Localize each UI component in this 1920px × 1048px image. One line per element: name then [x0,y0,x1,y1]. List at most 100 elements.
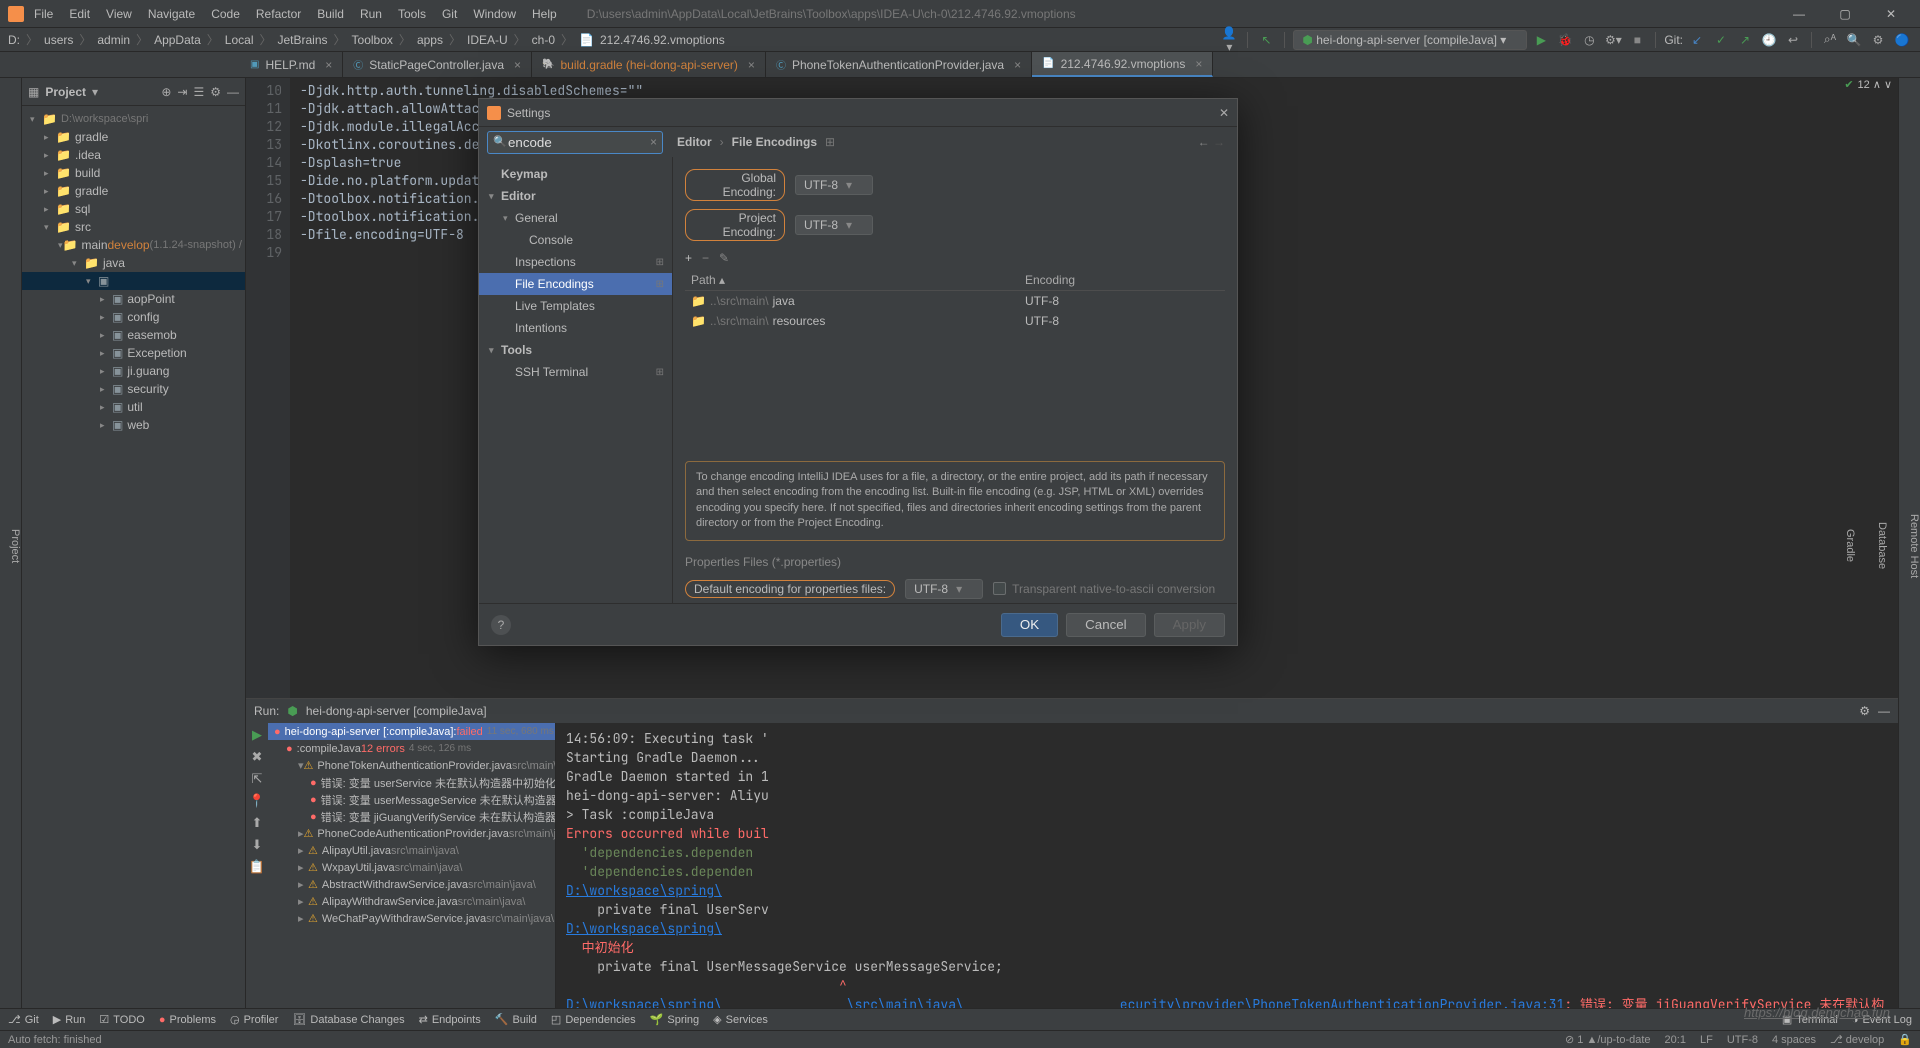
tw-dbchanges[interactable]: 🗄 Database Changes [292,1013,404,1026]
run-tree-row[interactable]: ▸⚠AbstractWithdrawService.java src\main\… [268,876,555,893]
search-everywhere-icon[interactable]: ⌕ᴬ [1820,32,1840,47]
menu-window[interactable]: Window [467,5,522,23]
tw-deps[interactable]: ◰ Dependencies [551,1013,636,1026]
gear-icon[interactable]: ⚙ [210,85,221,99]
project-encoding-select[interactable]: UTF-8 [795,215,873,235]
encoding-row[interactable]: 📁..\src\main\javaUTF-8 [685,291,1225,311]
pin-icon[interactable]: 📍 [249,793,265,809]
tree-row[interactable]: ▸📁gradle [22,182,245,200]
run-button[interactable]: ▶ [1531,33,1551,47]
menu-file[interactable]: File [28,5,59,23]
tree-row[interactable]: ▸📁sql [22,200,245,218]
settings-nav-item[interactable]: Inspections⊞ [479,251,672,273]
encoding-row[interactable]: 📁..\src\main\resourcesUTF-8 [685,311,1225,331]
git-update-icon[interactable]: ↙ [1687,33,1707,47]
git-history-icon[interactable]: 🕘 [1759,33,1779,47]
bc-0[interactable]: D: [8,33,20,47]
inspection-badge[interactable]: ✔12 ∧ ∨ [1844,78,1892,91]
attach-icon[interactable]: ✖ [252,749,263,765]
bc-8[interactable]: IDEA-U [467,33,508,47]
run-tree-row[interactable]: ●错误: 变量 jiGuangVerifyService 未在默认构造器中 [268,808,555,825]
run-tree[interactable]: ●hei-dong-api-server [:compileJava]: fai… [268,723,556,1008]
tw-profiler[interactable]: ◶ Profiler [230,1013,278,1026]
run-tree-row[interactable]: ●错误: 变量 userService 未在默认构造器中初始化 [268,774,555,791]
bc-6[interactable]: Toolbox [352,33,393,47]
bc-5[interactable]: JetBrains [278,33,328,47]
maximize-button[interactable]: ▢ [1824,7,1866,21]
minimize-button[interactable]: — [1778,7,1820,21]
tw-services[interactable]: ◈ Services [713,1013,768,1026]
tab-phone[interactable]: ⒸPhoneTokenAuthenticationProvider.java× [766,52,1032,77]
cancel-button[interactable]: Cancel [1066,613,1146,637]
status-enc[interactable]: UTF-8 [1727,1034,1758,1046]
settings-nav-item[interactable]: Keymap [479,163,672,185]
close-icon[interactable]: × [748,58,755,72]
profile-button[interactable]: ◷ [1579,33,1599,47]
close-icon[interactable]: × [1195,57,1202,71]
status-pos[interactable]: 20:1 [1665,1034,1686,1046]
avatar-icon[interactable]: 🔵 [1892,33,1912,47]
status-vcs[interactable]: ⊘ 1 ▲/up-to-date [1565,1033,1651,1046]
tree-row[interactable]: ▸▣Excepetion [22,344,245,362]
tree-row[interactable]: ▸▣web [22,416,245,434]
crumb-editor[interactable]: Editor [677,135,712,149]
git-commit-icon[interactable]: ✓ [1711,33,1731,47]
settings-nav-item[interactable]: ▾Tools [479,339,672,361]
menu-view[interactable]: View [100,5,138,23]
menu-build[interactable]: Build [311,5,350,23]
remove-path-icon[interactable]: − [702,251,709,265]
tw-problems[interactable]: ● Problems [159,1014,216,1026]
project-tree[interactable]: ▾📁 D:\workspace\spri▸📁gradle▸📁.idea▸📁bui… [22,106,245,1008]
tree-row[interactable]: ▾▣ [22,272,245,290]
tree-row[interactable]: ▸▣aopPoint [22,290,245,308]
edit-path-icon[interactable]: ✎ [719,251,729,265]
debug-button[interactable]: 🐞 [1555,33,1575,47]
select-opened-icon[interactable]: ⊕ [161,85,171,99]
tree-row[interactable]: ▸▣easemob [22,326,245,344]
ok-button[interactable]: OK [1001,613,1058,637]
settings-nav-item[interactable]: ▾General [479,207,672,229]
clear-icon[interactable]: × [650,135,657,149]
menu-refactor[interactable]: Refactor [250,5,307,23]
down-icon[interactable]: ⬇ [252,837,263,853]
tree-row[interactable]: ▾📁java [22,254,245,272]
tree-row[interactable]: ▸📁.idea [22,146,245,164]
run-tree-row[interactable]: ●hei-dong-api-server [:compileJava]: fai… [268,723,555,740]
status-lock-icon[interactable]: 🔒 [1898,1033,1912,1046]
settings-nav-item[interactable]: Live Templates [479,295,672,317]
rerun-icon[interactable]: ▶ [252,727,262,743]
menu-edit[interactable]: Edit [63,5,96,23]
tw-build[interactable]: 🔨 Build [495,1013,537,1026]
run-config-dropdown[interactable]: ⬢ hei-dong-api-server [compileJava] ▾ [1293,30,1527,50]
hide-icon[interactable]: — [227,85,239,99]
settings-nav-item[interactable]: File Encodings⊞ [479,273,672,295]
search-icon[interactable]: 🔍 [1844,33,1864,47]
tree-row[interactable]: ▸▣util [22,398,245,416]
th-path[interactable]: Path [691,273,716,287]
run-tree-row[interactable]: ▸⚠AlipayUtil.java src\main\java\ [268,842,555,859]
settings-icon[interactable]: ⚙ [1868,33,1888,47]
tw-todo[interactable]: ☑ TODO [99,1013,144,1026]
close-button[interactable]: ✕ [1870,7,1912,21]
transparent-ascii-checkbox[interactable]: Transparent native-to-ascii conversion [993,582,1215,596]
tw-run[interactable]: ▶ Run [53,1013,86,1026]
tw-endpoints[interactable]: ⇄ Endpoints [419,1013,481,1026]
tw-gradle[interactable]: Gradle [1844,529,1856,562]
user-icon[interactable]: 👤▾ [1219,26,1239,54]
settings-nav-item[interactable]: SSH Terminal⊞ [479,361,672,383]
run-tree-row[interactable]: ▾⚠PhoneTokenAuthenticationProvider.java … [268,757,555,774]
menu-git[interactable]: Git [436,5,463,23]
gear-icon[interactable]: ⚙ [1859,704,1870,718]
menu-code[interactable]: Code [205,5,246,23]
add-path-icon[interactable]: + [685,251,692,265]
tree-row[interactable]: ▾📁main develop (1.1.24-snapshot) / 1 [22,236,245,254]
tab-static[interactable]: ⒸStaticPageController.java× [343,52,532,77]
tree-row[interactable]: ▸▣config [22,308,245,326]
tree-row[interactable]: ▸▣security [22,380,245,398]
bc-4[interactable]: Local [225,33,254,47]
settings-nav-item[interactable]: ▾Editor [479,185,672,207]
props-encoding-select[interactable]: UTF-8 [905,579,983,599]
tw-project[interactable]: Project [9,529,21,563]
back-build-icon[interactable]: ↖ [1256,33,1276,47]
run-console[interactable]: 14:56:09: Executing task 'Starting Gradl… [556,723,1898,1008]
